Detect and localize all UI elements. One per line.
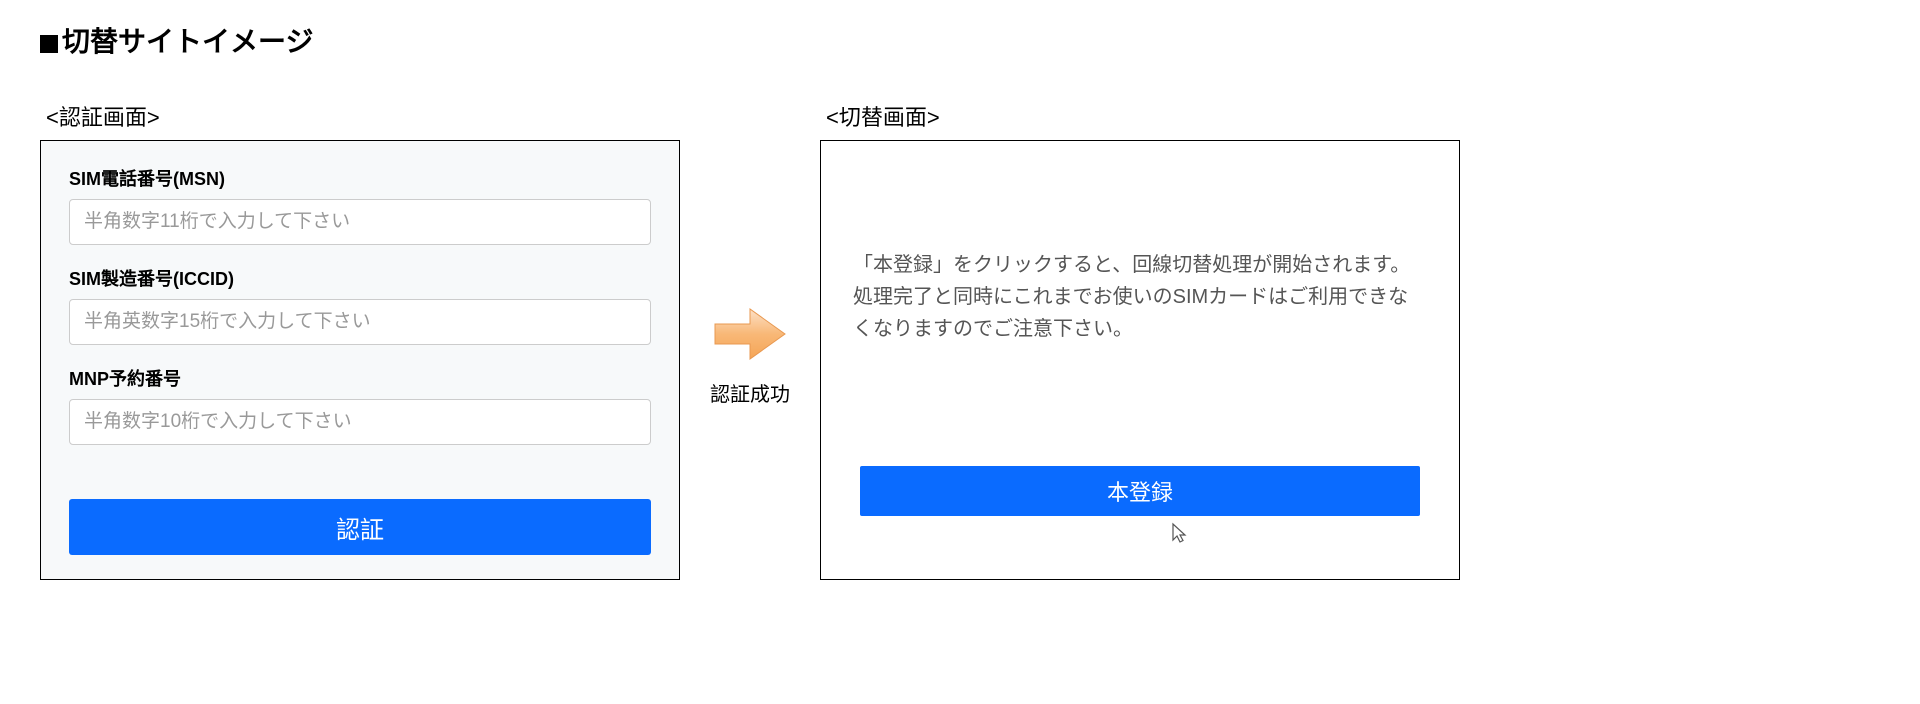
iccid-group: SIM製造番号(ICCID) xyxy=(69,265,651,345)
mnp-group: MNP予約番号 xyxy=(69,365,651,445)
left-panel-wrapper: <認証画面> SIM電話番号(MSN) SIM製造番号(ICCID) MNP予約… xyxy=(40,100,680,580)
main-container: <認証画面> SIM電話番号(MSN) SIM製造番号(ICCID) MNP予約… xyxy=(40,100,1880,580)
page-title: 切替サイトイメージ xyxy=(40,20,1880,60)
arrow-right-icon xyxy=(710,304,790,364)
page-title-text: 切替サイトイメージ xyxy=(62,26,313,57)
right-panel-title: <切替画面> xyxy=(820,100,1460,132)
iccid-input[interactable] xyxy=(69,299,651,345)
switch-panel: 「本登録」をクリックすると、回線切替処理が開始されます。処理完了と同時にこれまで… xyxy=(820,140,1460,580)
arrow-section: 認証成功 xyxy=(710,304,790,407)
msn-label: SIM電話番号(MSN) xyxy=(69,165,651,191)
cursor-icon xyxy=(1171,522,1189,551)
right-panel-wrapper: <切替画面> 「本登録」をクリックすると、回線切替処理が開始されます。処理完了と… xyxy=(820,100,1460,580)
auth-panel: SIM電話番号(MSN) SIM製造番号(ICCID) MNP予約番号 認証 xyxy=(40,140,680,580)
arrow-label: 認証成功 xyxy=(710,378,790,407)
iccid-label: SIM製造番号(ICCID) xyxy=(69,265,651,291)
register-button[interactable]: 本登録 xyxy=(860,466,1420,516)
mnp-label: MNP予約番号 xyxy=(69,365,651,391)
auth-button[interactable]: 認証 xyxy=(69,499,651,555)
msn-group: SIM電話番号(MSN) xyxy=(69,165,651,245)
bullet-icon xyxy=(40,35,58,53)
msn-input[interactable] xyxy=(69,199,651,245)
info-text: 「本登録」をクリックすると、回線切替処理が開始されます。処理完了と同時にこれまで… xyxy=(853,249,1427,345)
left-panel-title: <認証画面> xyxy=(40,100,680,132)
mnp-input[interactable] xyxy=(69,399,651,445)
